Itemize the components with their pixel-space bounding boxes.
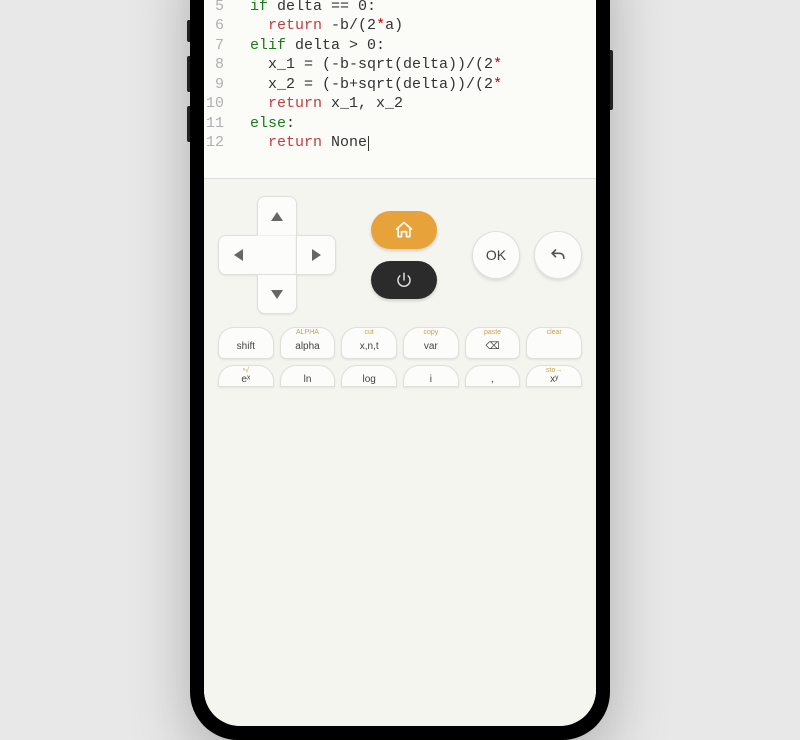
key-log[interactable]: log <box>341 365 397 387</box>
nav-row: OK <box>218 195 582 315</box>
key-i[interactable]: i <box>403 365 459 387</box>
dpad-left[interactable] <box>218 235 258 275</box>
key-main-label: eˣ <box>241 374 250 385</box>
text-cursor <box>368 136 369 151</box>
code-line: 5 if delta == 0: <box>204 0 590 16</box>
key-main-label: , <box>491 374 494 385</box>
dpad-center <box>257 235 297 275</box>
key-sup-label: clear <box>547 329 562 337</box>
arrow-up-icon <box>271 212 283 221</box>
key-sup-label: sto→ <box>546 367 562 375</box>
center-buttons <box>371 211 437 299</box>
phone-screen: 23def roots(a,b,c):4 delta = b*b-4*a*c5 … <box>204 0 596 726</box>
dpad-down[interactable] <box>257 274 297 314</box>
code-line: 8 x_1 = (-b-sqrt(delta))/(2* <box>204 55 590 75</box>
line-number: 9 <box>204 75 232 95</box>
code-line: 6 return -b/(2*a) <box>204 16 590 36</box>
key-main-label: var <box>424 341 438 352</box>
code-content: return None <box>232 133 590 153</box>
key-sup-label: copy <box>423 329 438 337</box>
key-main-label: xʸ <box>550 374 558 385</box>
code-content: else: <box>232 114 590 134</box>
key-sup-label: ALPHA <box>296 329 319 337</box>
code-line: 10 return x_1, x_2 <box>204 94 590 114</box>
keypad: OK shift ALPHA alpha cut x,n,t copy var paste ⌫ c… <box>204 179 596 726</box>
key-main-label: shift <box>237 341 255 352</box>
key-main-label: x,n,t <box>360 341 379 352</box>
code-content: x_2 = (-b+sqrt(delta))/(2* <box>232 75 590 95</box>
function-keys: shift ALPHA alpha cut x,n,t copy var paste ⌫ clea… <box>218 327 582 387</box>
code-line: 11 else: <box>204 114 590 134</box>
power-icon <box>395 271 413 289</box>
round-buttons: OK <box>472 231 582 279</box>
arrow-right-icon <box>312 249 321 261</box>
key-xnt[interactable]: cut x,n,t <box>341 327 397 359</box>
home-button[interactable] <box>371 211 437 249</box>
dpad-up[interactable] <box>257 196 297 236</box>
key-row-1: shift ALPHA alpha cut x,n,t copy var paste ⌫ clea… <box>218 327 582 359</box>
key-main-label: log <box>363 374 376 385</box>
back-button[interactable] <box>534 231 582 279</box>
key-[interactable]: paste ⌫ <box>465 327 521 359</box>
line-number: 8 <box>204 55 232 75</box>
key-alpha[interactable]: ALPHA alpha <box>280 327 336 359</box>
code-line: 9 x_2 = (-b+sqrt(delta))/(2* <box>204 75 590 95</box>
arrow-left-icon <box>234 249 243 261</box>
phone-side-buttons-left <box>187 20 190 156</box>
line-number: 5 <box>204 0 232 16</box>
line-number: 11 <box>204 114 232 134</box>
key-shift[interactable]: shift <box>218 327 274 359</box>
line-number: 10 <box>204 94 232 114</box>
phone-frame: 23def roots(a,b,c):4 delta = b*b-4*a*c5 … <box>190 0 610 740</box>
code-content: return x_1, x_2 <box>232 94 590 114</box>
code-line: 12 return None <box>204 133 590 153</box>
ok-button[interactable]: OK <box>472 231 520 279</box>
key-e[interactable]: ⁿ√eˣ <box>218 365 274 387</box>
key-[interactable]: , <box>465 365 521 387</box>
phone-side-buttons-right <box>610 50 613 110</box>
key-main-label: ln <box>304 374 312 385</box>
code-content: x_1 = (-b-sqrt(delta))/(2* <box>232 55 590 75</box>
dpad <box>218 196 336 314</box>
back-icon <box>548 245 568 265</box>
home-icon <box>394 220 414 240</box>
key-var[interactable]: copy var <box>403 327 459 359</box>
key-x[interactable]: sto→xʸ <box>526 365 582 387</box>
key-main-label: alpha <box>295 341 319 352</box>
key-ln[interactable]: ln <box>280 365 336 387</box>
code-editor[interactable]: 23def roots(a,b,c):4 delta = b*b-4*a*c5 … <box>204 0 596 179</box>
line-number: 12 <box>204 133 232 153</box>
key-sup-label: paste <box>484 329 501 337</box>
key-main-label: i <box>430 374 432 385</box>
code-content: elif delta > 0: <box>232 36 590 56</box>
key-sup-label: cut <box>365 329 374 337</box>
code-content: if delta == 0: <box>232 0 590 16</box>
dpad-right[interactable] <box>296 235 336 275</box>
arrow-down-icon <box>271 290 283 299</box>
key-row-2: ⁿ√eˣ ln log i, sto→xʸ <box>218 365 582 387</box>
code-line: 7 elif delta > 0: <box>204 36 590 56</box>
key-clear[interactable]: clear <box>526 327 582 359</box>
line-number: 6 <box>204 16 232 36</box>
code-content: return -b/(2*a) <box>232 16 590 36</box>
key-sup-label: ⁿ√ <box>243 367 249 375</box>
key-main-label: ⌫ <box>485 341 499 352</box>
power-button[interactable] <box>371 261 437 299</box>
line-number: 7 <box>204 36 232 56</box>
